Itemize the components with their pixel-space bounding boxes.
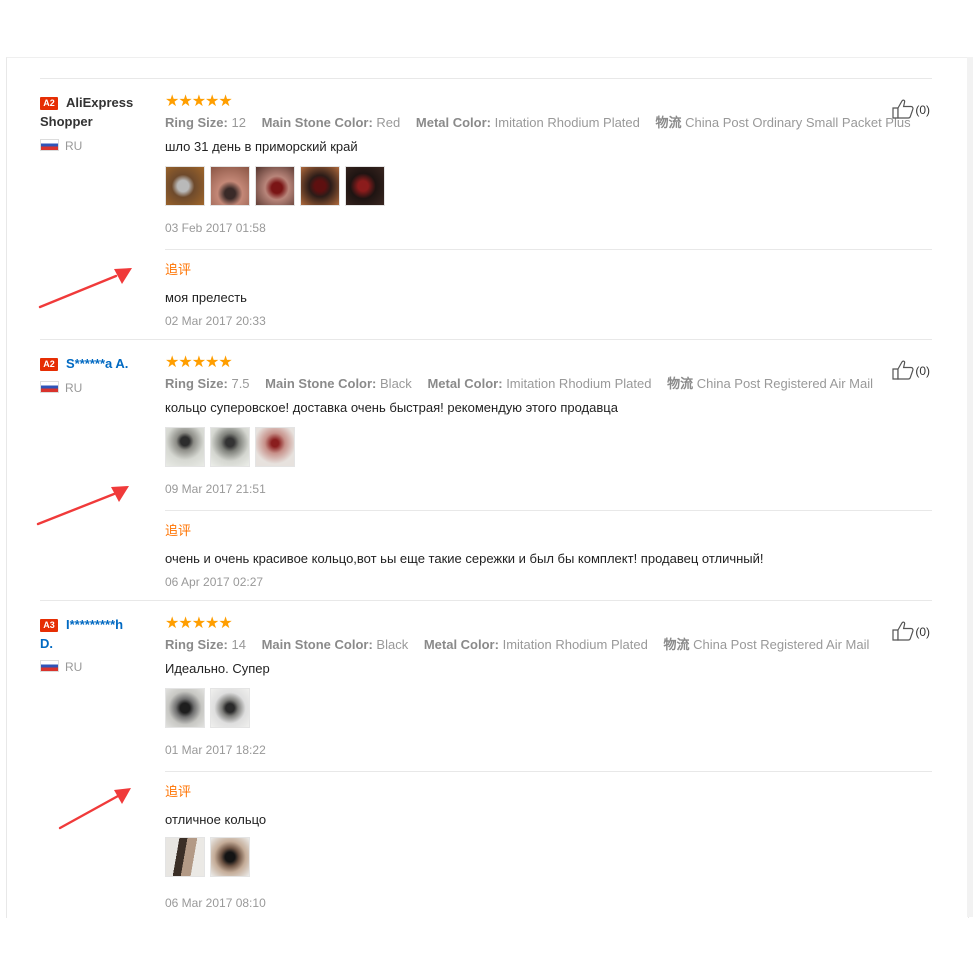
follow-up-text: очень и очень красивое кольцо,вот ьы еще…: [165, 551, 764, 566]
attr-logistics: 物流 China Post Ordinary Small Packet Plus: [655, 115, 911, 130]
attr-metal-color: Metal Color: Imitation Rhodium Plated: [415, 115, 640, 130]
review-photo[interactable]: [255, 166, 295, 206]
flag-ru-icon: [40, 139, 59, 151]
attr-ring-size: Ring Size: 12: [165, 115, 246, 130]
follow-up-label: 追评: [165, 523, 192, 538]
divider: [40, 78, 932, 79]
helpful-count: (0): [915, 103, 930, 117]
review-item: A3 I*********h D. RU ★★★★★ (0) Ring Size:…: [40, 615, 932, 915]
review-content: ★★★★★ (0) Ring Size: 7.5 Main Stone Colo…: [165, 354, 932, 589]
divider: [40, 600, 932, 601]
review-content: ★★★★★ (0) Ring Size: 12 Main Stone Color…: [165, 93, 932, 328]
review-text: Идеально. Супер: [165, 661, 270, 676]
buyer-country: RU: [40, 660, 158, 674]
review-photo[interactable]: [255, 427, 295, 467]
attr-stone-color: Main Stone Color: Red: [261, 115, 401, 130]
review-item: A2 S******a A. RU ★★★★★ (0) Ring Size: 7.…: [40, 354, 932, 601]
buyer-name-row: A2 S******a A.: [40, 354, 158, 373]
review-date: 09 Mar 2017 21:51: [165, 482, 266, 496]
review-photo[interactable]: [300, 166, 340, 206]
review-photo[interactable]: [165, 166, 205, 206]
flag-ru-icon: [40, 381, 59, 393]
review-photos: [165, 166, 932, 206]
review-photo[interactable]: [210, 166, 250, 206]
flag-ru-icon: [40, 660, 59, 672]
review-content: ★★★★★ (0) Ring Size: 14 Main Stone Color…: [165, 615, 932, 910]
follow-up-photo[interactable]: [210, 837, 250, 877]
attr-stone-color: Main Stone Color: Black: [261, 637, 409, 652]
thumbs-up-icon: [892, 621, 914, 641]
country-code: RU: [65, 381, 83, 395]
review-text: шло 31 день в приморский край: [165, 139, 358, 154]
buyer-info: A2 S******a A. RU: [40, 354, 158, 395]
attr-logistics: 物流 China Post Registered Air Mail: [667, 376, 874, 391]
follow-up-label: 追评: [165, 262, 192, 277]
attr-stone-color: Main Stone Color: Black: [265, 376, 412, 391]
buyer-name-row: A2 AliExpress Shopper: [40, 93, 158, 131]
buyer-name-row: A3 I*********h: [40, 615, 158, 634]
helpful-button[interactable]: (0): [892, 621, 930, 641]
buyer-name[interactable]: S******a A.: [66, 356, 128, 371]
country-code: RU: [65, 660, 83, 674]
review-date: 03 Feb 2017 01:58: [165, 221, 266, 235]
thumbs-up-icon: [892, 360, 914, 380]
star-rating: ★★★★★: [165, 354, 233, 371]
star-rating: ★★★★★: [165, 615, 233, 632]
review-photos: [165, 427, 932, 467]
buyer-level-badge: A2: [40, 97, 58, 110]
buyer-name[interactable]: I*********h: [66, 617, 123, 632]
attr-logistics: 物流 China Post Registered Air Mail: [663, 637, 870, 652]
thumbs-up-icon: [892, 99, 914, 119]
scroll-edge: [967, 57, 973, 917]
divider: [165, 771, 932, 772]
review-photo[interactable]: [210, 427, 250, 467]
buyer-country: RU: [40, 381, 158, 395]
follow-up-label: 追评: [165, 784, 192, 799]
buyer-info: A3 I*********h D. RU: [40, 615, 158, 674]
review-photo[interactable]: [165, 688, 205, 728]
follow-up-text: моя прелесть: [165, 290, 247, 305]
follow-up-date: 06 Mar 2017 08:10: [165, 896, 266, 910]
review-photo[interactable]: [165, 427, 205, 467]
helpful-count: (0): [915, 625, 930, 639]
review-date: 01 Mar 2017 18:22: [165, 743, 266, 757]
review-item: A2 AliExpress Shopper RU ★★★★★ (0) Ring S…: [40, 93, 932, 340]
helpful-count: (0): [915, 364, 930, 378]
order-attributes: Ring Size: 12 Main Stone Color: Red Meta…: [165, 114, 932, 132]
buyer-level-badge: A3: [40, 619, 58, 632]
red-arrow-annotation: [36, 486, 129, 526]
attr-metal-color: Metal Color: Imitation Rhodium Plated: [423, 637, 648, 652]
helpful-button[interactable]: (0): [892, 360, 930, 380]
order-attributes: Ring Size: 14 Main Stone Color: Black Me…: [165, 636, 932, 654]
review-photo[interactable]: [210, 688, 250, 728]
divider: [40, 339, 932, 340]
review-text: кольцо суперовское! доставка очень быстр…: [165, 400, 618, 415]
review-photo[interactable]: [345, 166, 385, 206]
attr-ring-size: Ring Size: 14: [165, 637, 246, 652]
divider: [165, 510, 932, 511]
buyer-info: A2 AliExpress Shopper RU: [40, 93, 158, 153]
follow-up-date: 06 Apr 2017 02:27: [165, 575, 264, 589]
helpful-button[interactable]: (0): [892, 99, 930, 119]
follow-up-photo[interactable]: [165, 837, 205, 877]
buyer-country: RU: [40, 139, 158, 153]
attr-ring-size: Ring Size: 7.5: [165, 376, 250, 391]
follow-up-text: отличное кольцо: [165, 812, 267, 827]
follow-up-date: 02 Mar 2017 20:33: [165, 314, 266, 328]
order-attributes: Ring Size: 7.5 Main Stone Color: Black M…: [165, 375, 932, 393]
buyer-level-badge: A2: [40, 358, 58, 371]
red-arrow-annotation: [38, 268, 132, 309]
follow-up-photos: [165, 837, 250, 877]
divider: [165, 249, 932, 250]
red-arrow-annotation: [58, 788, 131, 830]
review-photos: [165, 688, 932, 728]
country-code: RU: [65, 139, 83, 153]
star-rating: ★★★★★: [165, 93, 233, 110]
attr-metal-color: Metal Color: Imitation Rhodium Plated: [427, 376, 652, 391]
buyer-name-continued[interactable]: D.: [40, 634, 158, 653]
